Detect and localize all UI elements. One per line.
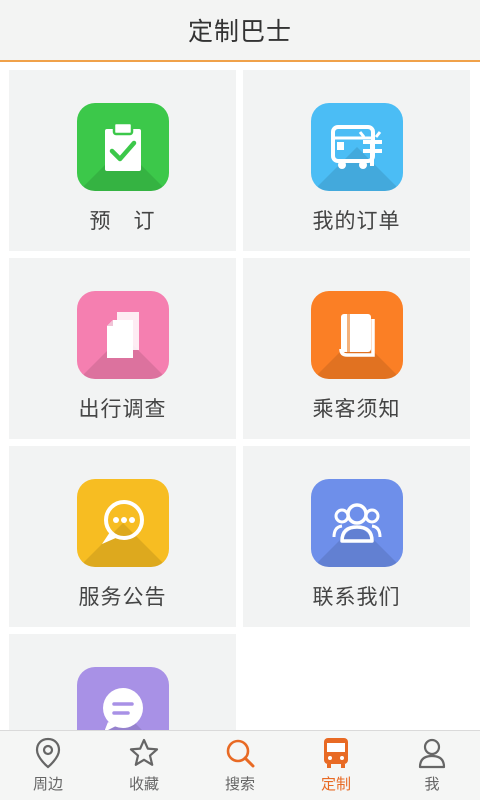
nav-search-label: 搜索: [224, 775, 255, 793]
tile-my-orders[interactable]: 我的订单: [243, 70, 470, 251]
tile-feedback[interactable]: [9, 634, 236, 730]
tile-service-announcement[interactable]: 服务公告: [9, 446, 236, 627]
bottom-nav: 周边 收藏 搜索 定制 我: [0, 730, 480, 800]
tile-my-orders-label: 我的订单: [312, 209, 401, 233]
star-icon: [127, 736, 161, 770]
tile-contact-us-icon-box: [310, 479, 403, 567]
tile-travel-survey-label: 出行调查: [78, 397, 167, 421]
tile-service-announcement-icon-box: [76, 479, 169, 567]
page-title: 定制巴士: [187, 17, 292, 46]
nav-nearby[interactable]: 周边: [0, 731, 96, 800]
top-bar: 定制巴士: [0, 0, 480, 62]
tile-booking[interactable]: 预 订: [9, 70, 236, 251]
tile-my-orders-icon-box: [310, 103, 403, 191]
tile-passenger-notice-label: 乘客须知: [312, 397, 401, 421]
people-icon: [332, 503, 381, 543]
nav-custom[interactable]: 定制: [288, 731, 384, 800]
tile-passenger-notice[interactable]: 乘客须知: [243, 258, 470, 439]
nav-me[interactable]: 我: [384, 731, 480, 800]
nav-custom-label: 定制: [320, 775, 351, 793]
nav-favorites[interactable]: 收藏: [96, 731, 192, 800]
tile-travel-survey[interactable]: 出行调查: [9, 258, 236, 439]
speech-bubble-icon: [101, 500, 144, 544]
bus-order-icon: [330, 125, 382, 169]
location-pin-icon: [31, 736, 65, 770]
nav-me-label: 我: [424, 775, 440, 793]
tile-contact-us[interactable]: 联系我们: [243, 446, 470, 627]
tile-contact-us-label: 联系我们: [312, 585, 401, 609]
tile-service-announcement-label: 服务公告: [78, 585, 167, 609]
tile-booking-icon-box: [76, 103, 169, 191]
person-icon: [415, 736, 449, 770]
menu-grid: 预 订 我的订单 出行调查 乘客须知 服务公告 联系我们: [0, 64, 480, 730]
book-icon: [338, 314, 375, 357]
bus-icon: [319, 736, 353, 770]
search-icon: [223, 736, 257, 770]
nav-favorites-label: 收藏: [128, 775, 159, 793]
documents-icon: [106, 312, 139, 358]
tile-travel-survey-icon-box: [76, 291, 169, 379]
tile-passenger-notice-icon-box: [310, 291, 403, 379]
message-icon: [102, 688, 143, 730]
clipboard-check-icon: [104, 121, 141, 171]
nav-search[interactable]: 搜索: [192, 731, 288, 800]
tile-booking-label: 预 订: [89, 209, 156, 233]
nav-nearby-label: 周边: [32, 775, 63, 793]
tile-feedback-icon-box: [76, 667, 169, 730]
